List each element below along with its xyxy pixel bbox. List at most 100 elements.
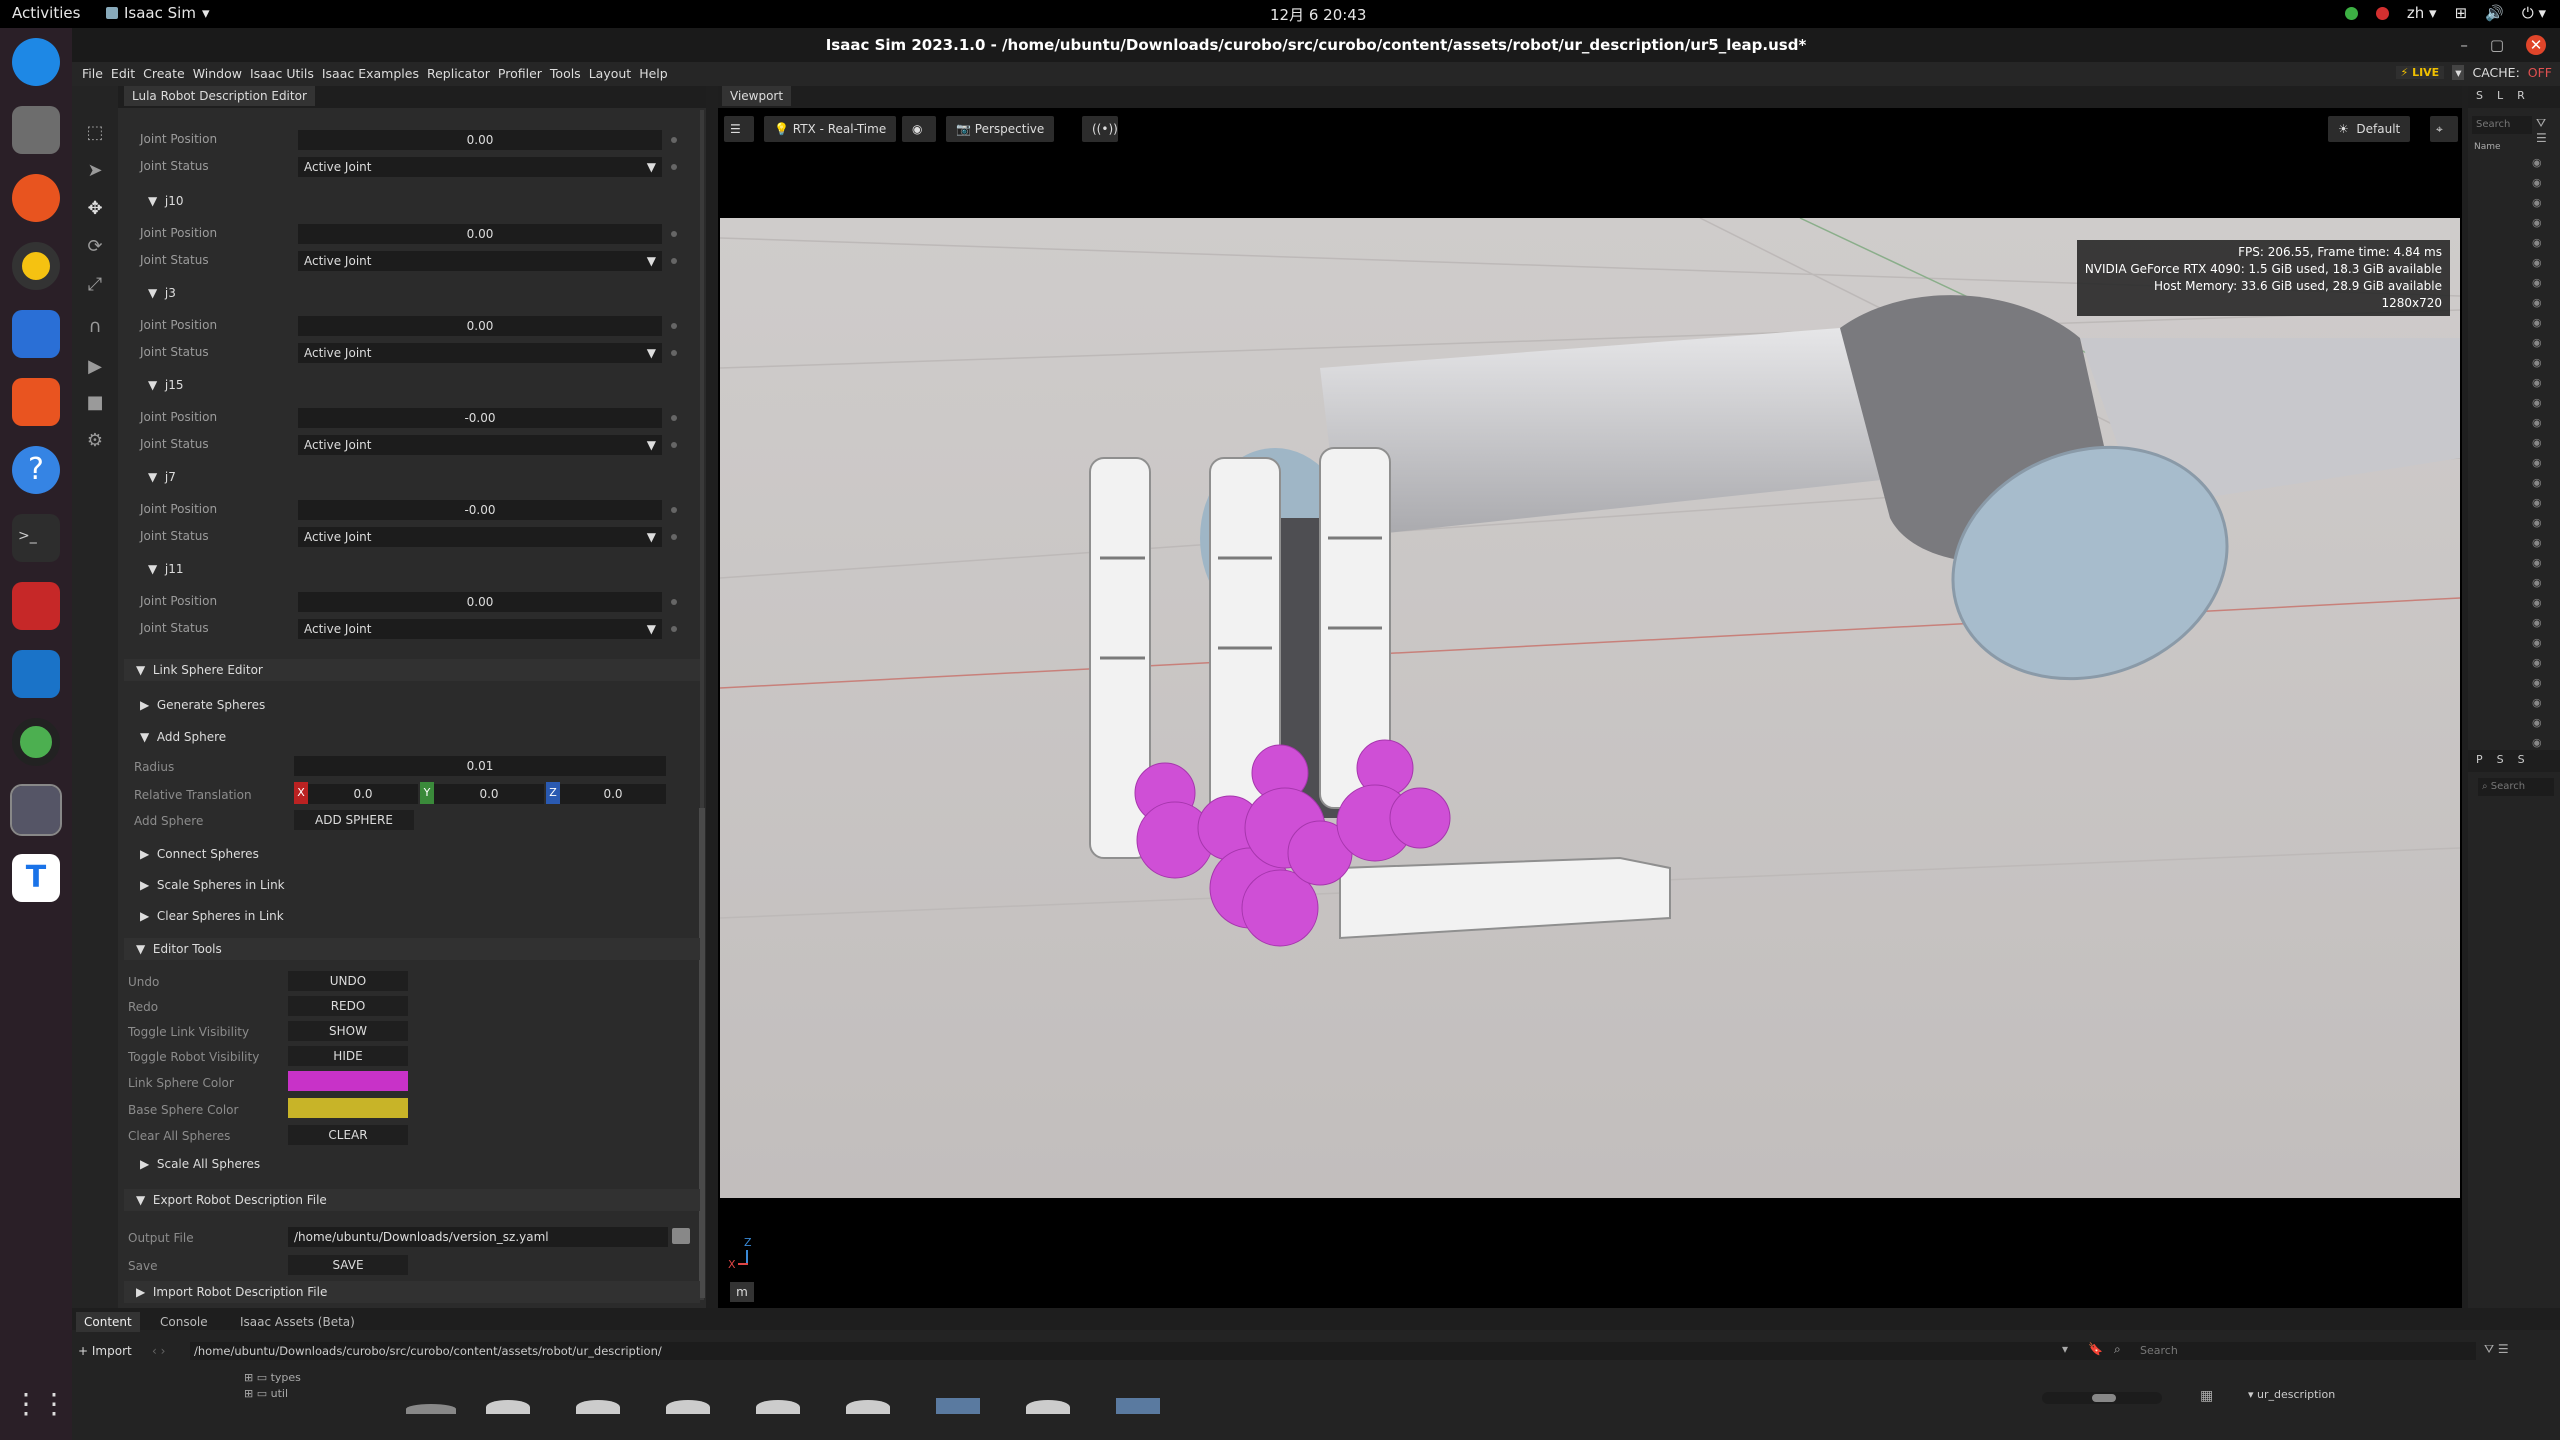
asset-thumbnails[interactable] — [406, 1398, 1266, 1414]
isaac-sim-icon[interactable] — [10, 784, 62, 836]
screen-record-icon[interactable] — [12, 582, 60, 630]
stage-search[interactable]: Search — [2472, 116, 2532, 134]
joint-status-dropdown[interactable]: Active Joint ▼ — [298, 343, 662, 363]
asset-thumb[interactable] — [936, 1398, 980, 1414]
joint-position-field[interactable]: 0.00 — [298, 316, 662, 336]
visibility-eye-icon[interactable]: ◉ — [2532, 436, 2542, 449]
panel-scrollbar-thumb[interactable] — [699, 808, 705, 1298]
menu-profiler[interactable]: Profiler — [498, 66, 542, 81]
menu-file[interactable]: File — [82, 66, 103, 81]
joint-position-field[interactable]: -0.00 — [298, 408, 662, 428]
joint-header-j10[interactable]: ▼ j10 — [148, 194, 183, 208]
filter-options-icon[interactable]: ⛛ ☰ — [2484, 1342, 2509, 1357]
camera-button[interactable]: 📷 Perspective — [946, 116, 1055, 142]
joint-status-dropdown[interactable]: Active Joint ▼ — [298, 157, 662, 177]
visibility-eye-icon[interactable]: ◉ — [2532, 476, 2542, 489]
translation-x-field[interactable]: 0.0 — [308, 784, 418, 804]
visibility-eye-icon[interactable]: ◉ — [2532, 216, 2542, 229]
network-icon[interactable]: ⊞ — [2455, 4, 2468, 22]
visibility-eye-icon[interactable]: ◉ — [2532, 336, 2542, 349]
reset-dot[interactable] — [671, 323, 677, 329]
tab-viewport[interactable]: Viewport — [722, 86, 792, 106]
language-indicator[interactable]: zh ▾ — [2407, 4, 2437, 22]
asset-thumb[interactable] — [486, 1400, 530, 1414]
location-icon[interactable]: ⌖ — [2430, 116, 2458, 142]
grid-view-icon[interactable]: ▦ — [2200, 1388, 2213, 1404]
undo-button[interactable]: UNDO — [288, 971, 408, 991]
clear-spheres-link-section[interactable]: ▶ Clear Spheres in Link — [140, 909, 284, 923]
reset-dot[interactable] — [671, 442, 677, 448]
visibility-eye-icon[interactable]: ◉ — [2532, 316, 2542, 329]
asset-thumb[interactable] — [1116, 1398, 1160, 1414]
system-tray[interactable]: zh ▾ ⊞ 🔊 ⏻ ▾ — [2344, 4, 2546, 22]
reset-dot[interactable] — [671, 507, 677, 513]
visibility-eye-icon[interactable]: ◉ — [2532, 576, 2542, 589]
help-icon[interactable]: ? — [12, 446, 60, 494]
menu-create[interactable]: Create — [143, 66, 185, 81]
link-sphere-color-swatch[interactable] — [288, 1071, 408, 1091]
translation-y-field[interactable]: 0.0 — [434, 784, 544, 804]
visibility-eye-icon[interactable]: ◉ — [2532, 256, 2542, 269]
thumbnail-size-slider[interactable] — [2042, 1392, 2162, 1404]
asset-thumb[interactable] — [846, 1400, 890, 1414]
pointer-icon[interactable]: ➤ — [83, 160, 107, 184]
stop-icon[interactable]: ■ — [83, 392, 107, 416]
rotate-tool-icon[interactable]: ⟳ — [83, 236, 107, 260]
menu-replicator[interactable]: Replicator — [427, 66, 490, 81]
status-green-icon[interactable] — [2344, 6, 2358, 20]
rhythmbox-icon[interactable] — [12, 242, 60, 290]
visibility-eye-icon[interactable]: ◉ — [2532, 716, 2542, 729]
select-tool-icon[interactable]: ⬚ — [83, 122, 107, 146]
visibility-eye-icon[interactable]: ◉ — [2532, 456, 2542, 469]
joint-position-field[interactable]: 0.00 — [298, 592, 662, 612]
stage-tab[interactable]: S — [2476, 89, 2483, 105]
save-button[interactable]: SAVE — [288, 1255, 408, 1275]
add-sphere-section[interactable]: ▼ Add Sphere — [140, 730, 226, 744]
menu-help[interactable]: Help — [639, 66, 668, 81]
joint-position-field[interactable]: -0.00 — [298, 500, 662, 520]
visibility-eye-icon[interactable]: ◉ — [2532, 396, 2542, 409]
visibility-eye-icon[interactable]: ◉ — [2532, 496, 2542, 509]
close-icon[interactable]: ✕ — [2526, 35, 2546, 55]
joint-position-field[interactable]: 0.00 — [298, 130, 662, 150]
joint-status-dropdown[interactable]: Active Joint ▼ — [298, 251, 662, 271]
clear-all-spheres-button[interactable]: CLEAR — [288, 1125, 408, 1145]
visibility-icon[interactable]: ◉ — [902, 116, 936, 142]
thunderbird-icon[interactable] — [12, 38, 60, 86]
asset-thumb[interactable] — [756, 1400, 800, 1414]
live-indicator[interactable]: ⚡ LIVE — [2395, 66, 2445, 79]
radius-field[interactable]: 0.01 — [294, 756, 666, 776]
visibility-eye-icon[interactable]: ◉ — [2532, 636, 2542, 649]
joint-status-dropdown[interactable]: Active Joint ▼ — [298, 435, 662, 455]
folder-tree-item[interactable]: ⊞ ▭ types — [244, 1370, 301, 1386]
asset-thumb[interactable] — [1026, 1400, 1070, 1414]
selected-folder[interactable]: ▾ ur_description — [2248, 1388, 2335, 1401]
visibility-eye-icon[interactable]: ◉ — [2532, 236, 2542, 249]
files-icon[interactable] — [12, 106, 60, 154]
import-button[interactable]: + Import — [78, 1344, 132, 1358]
menu-layout[interactable]: Layout — [589, 66, 632, 81]
reset-dot[interactable] — [671, 534, 677, 540]
stage-tab[interactable]: R — [2517, 89, 2525, 105]
asset-thumb[interactable] — [406, 1404, 456, 1414]
live-dropdown-icon[interactable]: ▾ — [2452, 65, 2465, 80]
visibility-eye-icon[interactable]: ◉ — [2532, 376, 2542, 389]
output-file-field[interactable]: /home/ubuntu/Downloads/version_sz.yaml — [288, 1227, 668, 1247]
firefox-icon[interactable] — [12, 174, 60, 222]
joint-status-dropdown[interactable]: Active Joint ▼ — [298, 619, 662, 639]
menu-edit[interactable]: Edit — [111, 66, 135, 81]
scale-all-spheres-section[interactable]: ▶ Scale All Spheres — [140, 1157, 260, 1171]
generate-spheres-section[interactable]: ▶ Generate Spheres — [140, 698, 265, 712]
viewport-settings-icon[interactable]: ☰ — [724, 116, 754, 142]
reset-dot[interactable] — [671, 626, 677, 632]
visibility-eye-icon[interactable]: ◉ — [2532, 156, 2542, 169]
menu-isaac-examples[interactable]: Isaac Examples — [322, 66, 419, 81]
bottom-tab[interactable]: Console — [152, 1312, 216, 1332]
app-menu[interactable]: Isaac Sim ▾ — [106, 4, 209, 22]
joint-header-j7[interactable]: ▼ j7 — [148, 470, 176, 484]
visibility-eye-icon[interactable]: ◉ — [2532, 516, 2542, 529]
move-tool-icon[interactable]: ✥ — [83, 198, 107, 222]
joint-position-field[interactable]: 0.00 — [298, 224, 662, 244]
reset-dot[interactable] — [671, 350, 677, 356]
omniverse-icon[interactable] — [12, 718, 60, 766]
